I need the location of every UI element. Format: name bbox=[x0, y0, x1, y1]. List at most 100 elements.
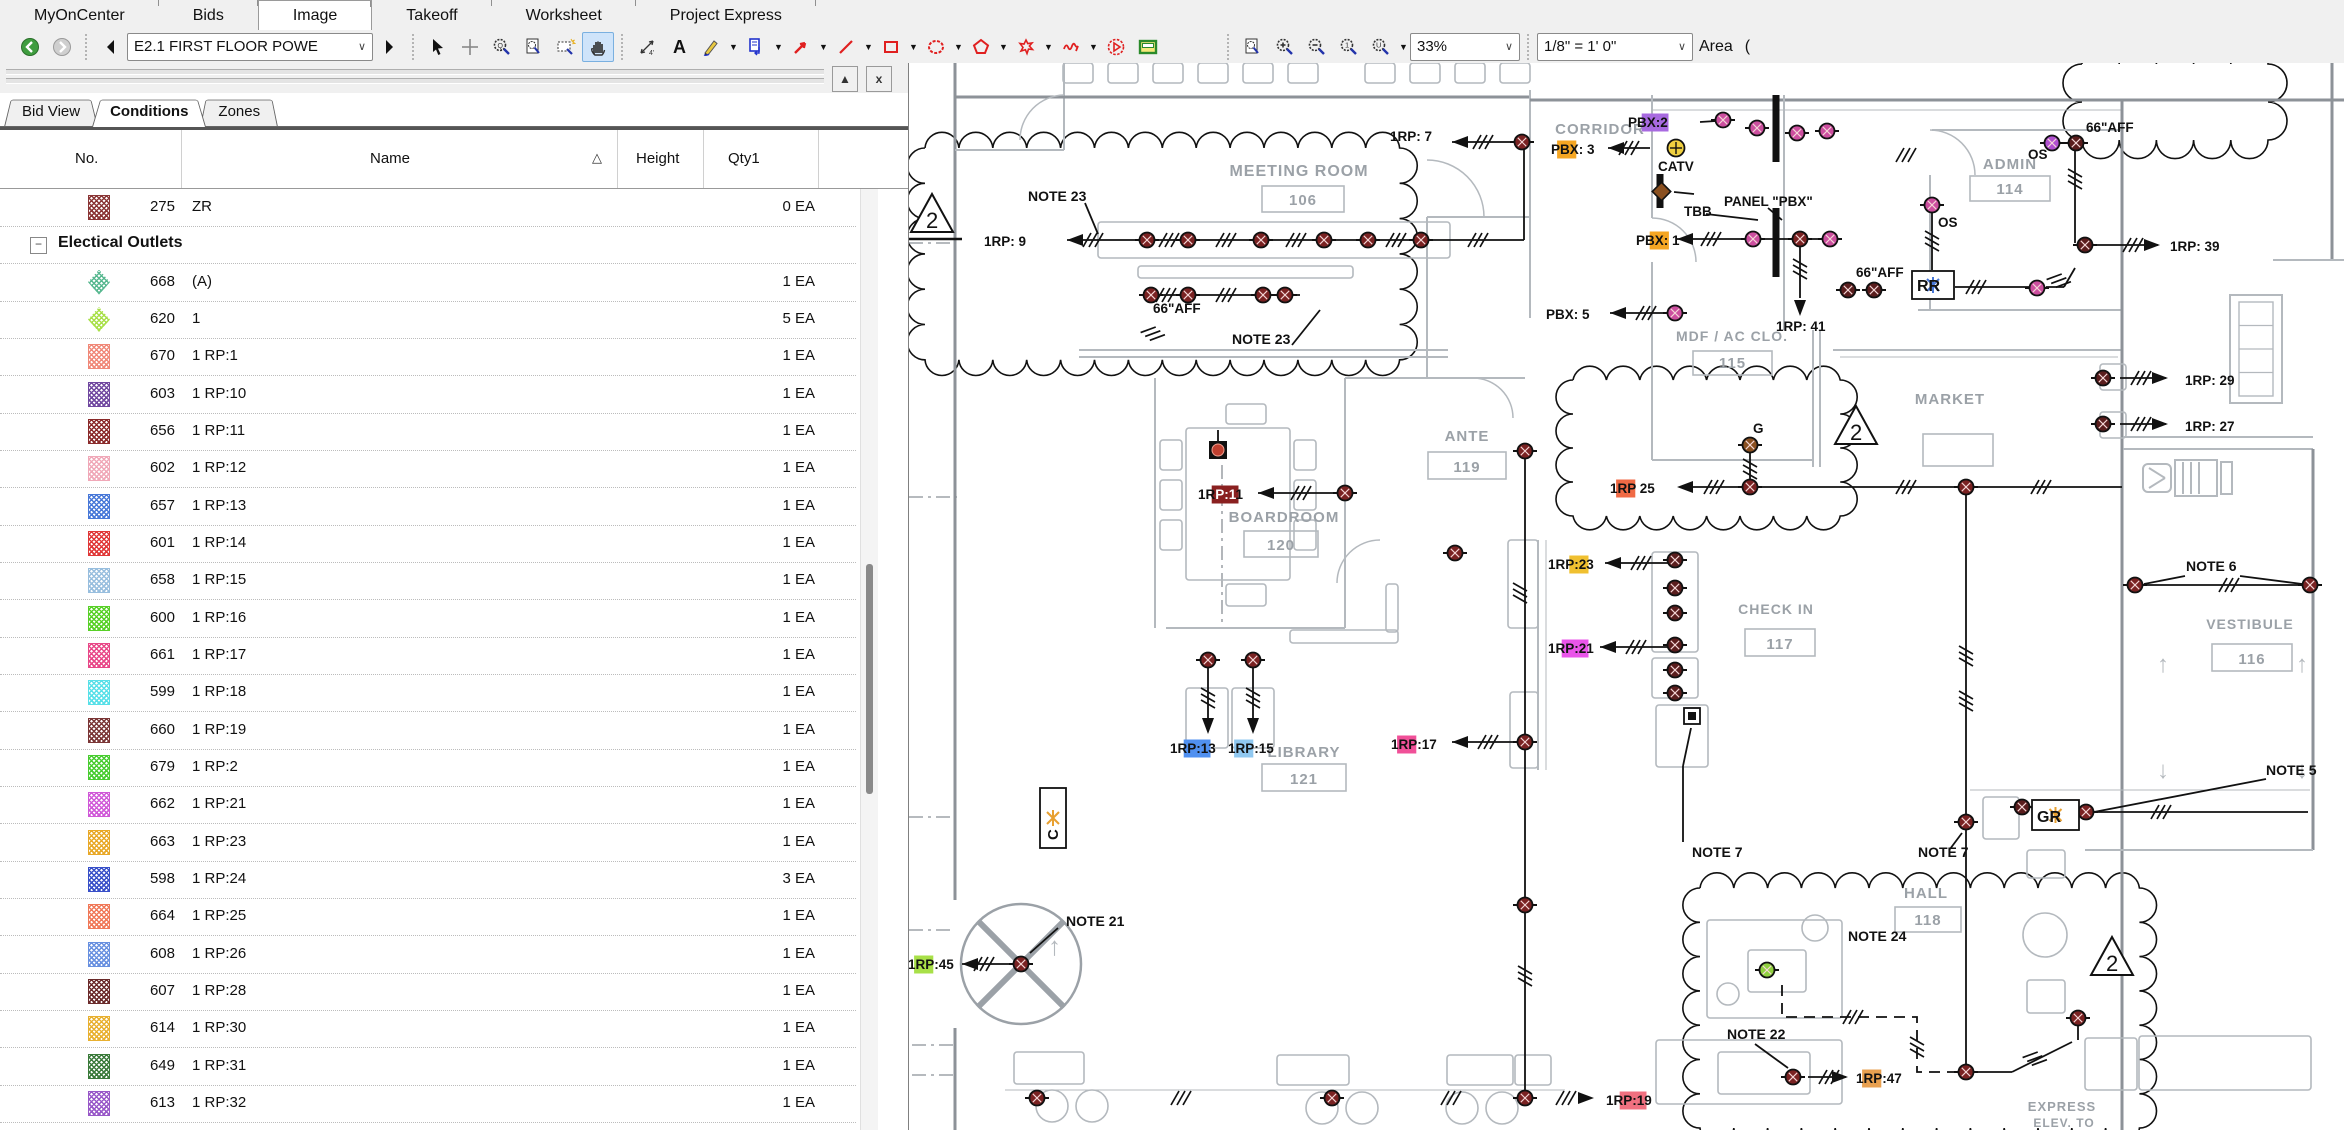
col-name[interactable]: Name bbox=[370, 150, 410, 167]
condition-row-608[interactable]: 6081 RP:261 EA bbox=[0, 936, 856, 974]
squiggle-annot-dropdown[interactable]: ▼ bbox=[1087, 33, 1100, 61]
condition-row-649[interactable]: 6491 RP:311 EA bbox=[0, 1048, 856, 1086]
door-arc bbox=[1337, 540, 1380, 583]
condition-row-607[interactable]: 6071 RP:281 EA bbox=[0, 973, 856, 1011]
col-no[interactable]: No. bbox=[75, 150, 98, 167]
condition-row-275[interactable]: 275ZR0 EA bbox=[0, 189, 856, 227]
menu-item-project-express[interactable]: Project Express bbox=[636, 0, 816, 30]
zoom-user-button[interactable]: U bbox=[1365, 32, 1397, 62]
dimension-button[interactable]: 4' bbox=[631, 32, 663, 62]
pencil-dropdown[interactable]: ▼ bbox=[727, 33, 740, 61]
pan-hand-button[interactable] bbox=[582, 32, 614, 62]
condition-row-599[interactable]: 5991 RP:181 EA bbox=[0, 674, 856, 712]
next-page-button[interactable] bbox=[373, 32, 405, 62]
condition-row-656[interactable]: 6561 RP:111 EA bbox=[0, 413, 856, 451]
panel-splitter[interactable]: ▲ x bbox=[0, 63, 908, 93]
menu-item-image[interactable]: Image bbox=[258, 0, 372, 30]
condition-row-600[interactable]: 6001 RP:161 EA bbox=[0, 600, 856, 638]
tab-zones[interactable]: Zones bbox=[200, 95, 278, 127]
condition-row-601[interactable]: 6011 RP:141 EA bbox=[0, 525, 856, 563]
condition-number: 663 bbox=[0, 833, 175, 850]
condition-row-679[interactable]: 6791 RP:21 EA bbox=[0, 749, 856, 787]
image-annot-button[interactable] bbox=[1132, 32, 1164, 62]
outlet-symbol bbox=[1241, 653, 1265, 668]
sort-indicator-icon[interactable]: △ bbox=[592, 150, 602, 166]
group-collapse-icon[interactable]: − bbox=[30, 237, 47, 254]
condition-row-602[interactable]: 6021 RP:121 EA bbox=[0, 450, 856, 488]
menu-item-worksheet[interactable]: Worksheet bbox=[492, 0, 636, 30]
tab-bid-view[interactable]: Bid View bbox=[4, 95, 98, 127]
arrow-annot-button[interactable] bbox=[785, 32, 817, 62]
squiggle-annot-button[interactable] bbox=[1055, 32, 1087, 62]
furniture bbox=[1226, 404, 1266, 424]
condition-row-660[interactable]: 6601 RP:191 EA bbox=[0, 712, 856, 750]
star-annot-dropdown[interactable]: ▼ bbox=[1042, 33, 1055, 61]
condition-row-657[interactable]: 6571 RP:131 EA bbox=[0, 488, 856, 526]
outlet-symbol bbox=[1745, 121, 1769, 136]
condition-row-613[interactable]: 6131 RP:321 EA bbox=[0, 1085, 856, 1123]
ellipse-annot-button[interactable] bbox=[920, 32, 952, 62]
rect-annot-dropdown[interactable]: ▼ bbox=[907, 33, 920, 61]
forward-button[interactable] bbox=[46, 32, 78, 62]
menu-item-myoncenter[interactable]: MyOnCenter bbox=[0, 0, 159, 30]
crosshair-button[interactable] bbox=[454, 32, 486, 62]
text-tool-button[interactable]: A bbox=[663, 32, 695, 62]
outlet-symbol bbox=[1738, 438, 1762, 453]
copy-doc-dropdown[interactable]: ▼ bbox=[772, 33, 785, 61]
condition-row-658[interactable]: 6581 RP:151 EA bbox=[0, 562, 856, 600]
zoom-in-button[interactable] bbox=[1269, 32, 1301, 62]
menu-item-bids[interactable]: Bids bbox=[159, 0, 258, 30]
condition-row-603[interactable]: 6031 RP:101 EA bbox=[0, 376, 856, 414]
grid-header[interactable]: No. Name △ Height Qty1 bbox=[0, 127, 908, 189]
furniture bbox=[2139, 1036, 2311, 1090]
zoom-tool-button[interactable]: Q bbox=[486, 32, 518, 62]
svg-text:120: 120 bbox=[1267, 537, 1295, 554]
conditions-scrollbar[interactable] bbox=[860, 189, 878, 1130]
arrow-annot-dropdown[interactable]: ▼ bbox=[817, 33, 830, 61]
star-annot-button[interactable] bbox=[1010, 32, 1042, 62]
pointer-button[interactable] bbox=[422, 32, 454, 62]
rect-annot-button[interactable] bbox=[875, 32, 907, 62]
col-height[interactable]: Height bbox=[636, 150, 679, 167]
col-qty[interactable]: Qty1 bbox=[728, 150, 760, 167]
zoom-100-button[interactable]: 1 bbox=[1333, 32, 1365, 62]
zoom-level-select[interactable]: 33%∨ bbox=[1410, 33, 1520, 61]
scale-select[interactable]: 1/8" = 1' 0"∨ bbox=[1537, 33, 1693, 61]
back-button[interactable] bbox=[14, 32, 46, 62]
condition-row-620[interactable]: 62015 EA bbox=[0, 301, 856, 339]
condition-row-661[interactable]: 6611 RP:171 EA bbox=[0, 637, 856, 675]
zoom-out-button[interactable] bbox=[1301, 32, 1333, 62]
condition-row-663[interactable]: 6631 RP:231 EA bbox=[0, 824, 856, 862]
condition-name: 1 RP:28 bbox=[192, 982, 246, 999]
tab-conditions[interactable]: Conditions bbox=[92, 95, 206, 127]
polygon-annot-button[interactable] bbox=[965, 32, 997, 62]
zoom-page-button[interactable] bbox=[1237, 32, 1269, 62]
zoom-marquee-button[interactable] bbox=[550, 32, 582, 62]
leader-arrowhead bbox=[1067, 234, 1083, 246]
ellipse-annot-dropdown[interactable]: ▼ bbox=[952, 33, 965, 61]
condition-row-670[interactable]: 6701 RP:11 EA bbox=[0, 338, 856, 376]
panel-close-button[interactable]: x bbox=[866, 66, 892, 92]
condition-qty: 1 EA bbox=[615, 273, 815, 290]
condition-row-614[interactable]: 6141 RP:301 EA bbox=[0, 1010, 856, 1048]
condition-row-668[interactable]: 668(A)1 EA bbox=[0, 264, 856, 302]
condition-row-664[interactable]: 6641 RP:251 EA bbox=[0, 898, 856, 936]
page-select[interactable]: E2.1 FIRST FLOOR POWE∨ bbox=[127, 33, 373, 61]
splitter-up-button[interactable]: ▲ bbox=[832, 66, 858, 92]
line-annot-dropdown[interactable]: ▼ bbox=[862, 33, 875, 61]
scrollbar-thumb[interactable] bbox=[866, 564, 873, 794]
pencil-button[interactable] bbox=[695, 32, 727, 62]
condition-number: 670 bbox=[0, 347, 175, 364]
menu-item-takeoff[interactable]: Takeoff bbox=[372, 0, 491, 30]
drawing-canvas[interactable]: ↑↑↓↑↓222 bbox=[909, 63, 2344, 1130]
condition-row-598[interactable]: 5981 RP:243 EA bbox=[0, 861, 856, 899]
play-annot-button[interactable] bbox=[1100, 32, 1132, 62]
polygon-annot-dropdown[interactable]: ▼ bbox=[997, 33, 1010, 61]
copy-doc-button[interactable] bbox=[740, 32, 772, 62]
condition-row-662[interactable]: 6621 RP:211 EA bbox=[0, 786, 856, 824]
line-annot-button[interactable] bbox=[830, 32, 862, 62]
group-row-electrical-outlets[interactable]: −Electical Outlets bbox=[0, 226, 856, 264]
prev-page-button[interactable] bbox=[95, 32, 127, 62]
zoom-doc-button[interactable] bbox=[518, 32, 550, 62]
zoom-preset-dropdown[interactable]: ▼ bbox=[1397, 33, 1410, 61]
